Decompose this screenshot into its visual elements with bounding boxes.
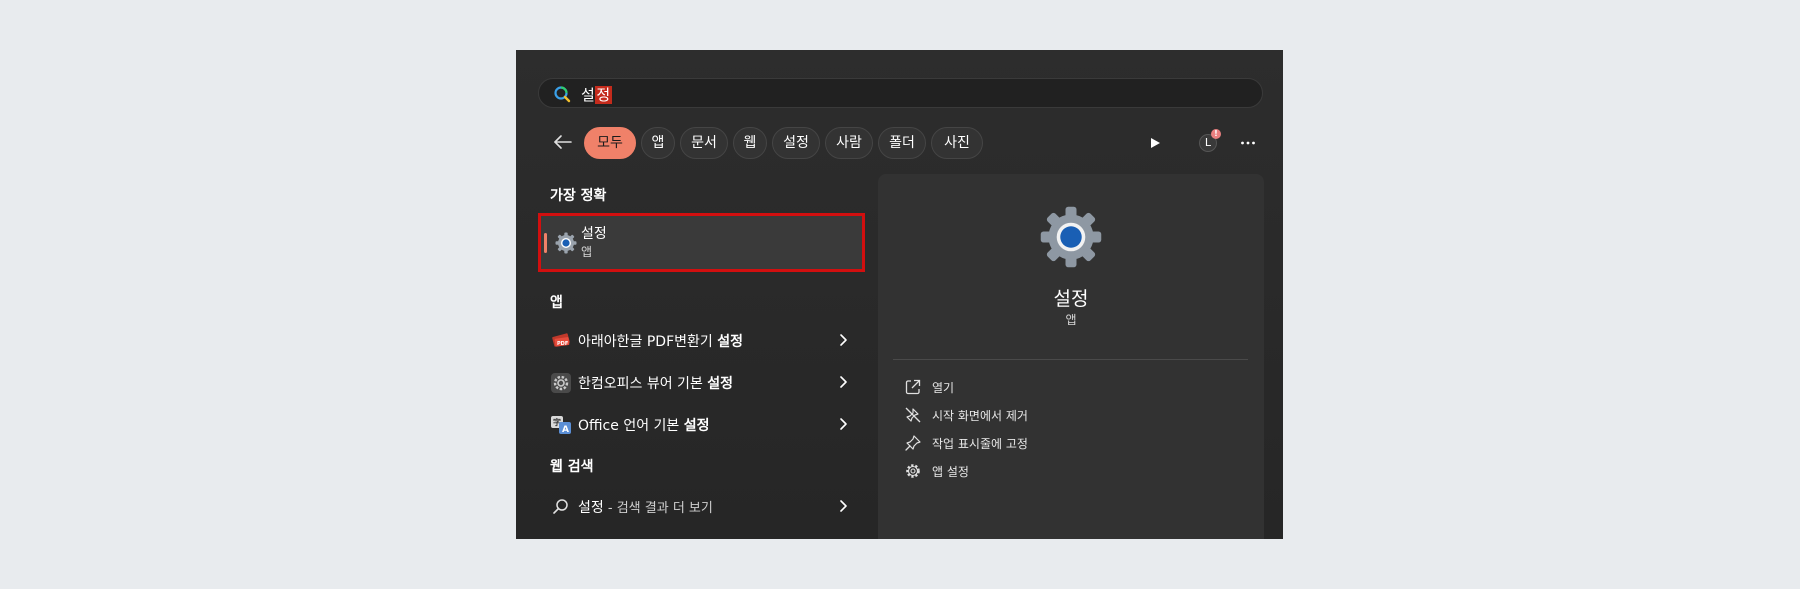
action-label: 앱 설정 bbox=[932, 465, 969, 479]
app-result-label-match: 설정 bbox=[717, 334, 743, 350]
back-arrow-icon[interactable] bbox=[552, 131, 574, 153]
chip-photos[interactable]: 사진 bbox=[931, 127, 983, 159]
app-result-pdf-converter[interactable]: PDF 아래아한글 PDF변환기 설정 bbox=[538, 322, 865, 358]
settings-gear-icon bbox=[1040, 206, 1102, 268]
app-result-label: 한컴오피스 뷰어 기본 설정 bbox=[578, 373, 733, 393]
best-match-settings[interactable]: 설정 앱 bbox=[538, 213, 865, 272]
action-label: 시작 화면에서 제거 bbox=[932, 409, 1028, 423]
svg-text:PDF: PDF bbox=[557, 341, 568, 347]
more-options-icon[interactable] bbox=[1240, 140, 1256, 146]
detail-subtitle: 앱 bbox=[1065, 313, 1077, 327]
chip-folders[interactable]: 폴더 bbox=[878, 127, 926, 159]
open-external-icon bbox=[905, 379, 921, 395]
web-search-suffix: - 검색 결과 더 보기 bbox=[603, 501, 713, 516]
chevron-right-icon[interactable] bbox=[837, 333, 849, 347]
chip-settings[interactable]: 설정 bbox=[772, 127, 820, 159]
chip-all[interactable]: 모두 bbox=[584, 127, 636, 159]
app-result-label: Office 언어 기본 설정 bbox=[578, 415, 710, 435]
start-search-window: 설정 모두 앱 문서 웹 설정 사람 폴더 사진 L ! 가장 정확 설정 앱 … bbox=[516, 50, 1283, 539]
chevron-right-icon[interactable] bbox=[837, 499, 849, 513]
svg-text:A: A bbox=[562, 425, 569, 435]
search-icon bbox=[554, 86, 571, 103]
app-result-label-prefix: 한컴오피스 뷰어 기본 bbox=[578, 376, 708, 392]
action-label: 작업 표시줄에 고정 bbox=[932, 437, 1028, 451]
app-result-label: 아래아한글 PDF변환기 설정 bbox=[578, 331, 743, 351]
web-search-query: 설정 bbox=[578, 500, 604, 516]
detail-title: 설정 bbox=[1053, 288, 1089, 310]
search-box[interactable]: 설정 bbox=[538, 78, 1263, 108]
web-search-heading: 웹 검색 bbox=[550, 459, 594, 475]
account-avatar[interactable]: L ! bbox=[1199, 129, 1221, 154]
pdf-converter-icon: PDF bbox=[552, 333, 570, 347]
search-query-selection: 정 bbox=[595, 86, 612, 104]
unpin-icon bbox=[905, 407, 921, 423]
chip-web[interactable]: 웹 bbox=[733, 127, 767, 159]
best-match-subtitle: 앱 bbox=[581, 245, 593, 259]
app-result-hancom-viewer[interactable]: 한컴오피스 뷰어 기본 설정 bbox=[538, 364, 865, 400]
web-search-result[interactable]: 설정 - 검색 결과 더 보기 bbox=[538, 488, 865, 524]
search-query-text: 설 bbox=[581, 86, 596, 104]
chip-documents[interactable]: 문서 bbox=[680, 127, 728, 159]
best-match-title: 설정 bbox=[581, 226, 607, 242]
chip-apps[interactable]: 앱 bbox=[641, 127, 675, 159]
alert-badge-icon: ! bbox=[1211, 129, 1221, 139]
divider bbox=[893, 359, 1248, 360]
search-query[interactable]: 설정 bbox=[581, 84, 612, 105]
office-language-icon: 字 A bbox=[551, 416, 571, 435]
detail-panel: 설정 앱 열기 시작 화면에서 제거 작업 표시줄에 고정 앱 설정 bbox=[878, 174, 1264, 539]
best-match-heading: 가장 정확 bbox=[550, 188, 607, 204]
apps-heading: 앱 bbox=[550, 295, 563, 311]
chevron-right-icon[interactable] bbox=[837, 375, 849, 389]
search-icon bbox=[553, 499, 568, 514]
chevron-right-icon[interactable] bbox=[837, 417, 849, 431]
app-result-label-match: 설정 bbox=[707, 376, 734, 392]
chip-people[interactable]: 사람 bbox=[825, 127, 873, 159]
settings-gear-icon bbox=[555, 232, 577, 254]
app-result-office-language[interactable]: 字 A Office 언어 기본 설정 bbox=[538, 406, 865, 442]
gear-icon bbox=[906, 464, 920, 478]
hancom-settings-icon bbox=[551, 373, 571, 393]
app-result-label-match: 설정 bbox=[683, 418, 710, 434]
selection-indicator bbox=[544, 233, 547, 253]
pin-icon bbox=[905, 435, 921, 451]
play-icon[interactable] bbox=[1148, 136, 1162, 150]
action-label: 열기 bbox=[932, 381, 955, 395]
app-result-label-prefix: Office 언어 기본 bbox=[578, 418, 684, 434]
web-search-label: 설정 - 검색 결과 더 보기 bbox=[578, 497, 713, 517]
app-result-label-prefix: 아래아한글 PDF변환기 bbox=[578, 334, 718, 350]
